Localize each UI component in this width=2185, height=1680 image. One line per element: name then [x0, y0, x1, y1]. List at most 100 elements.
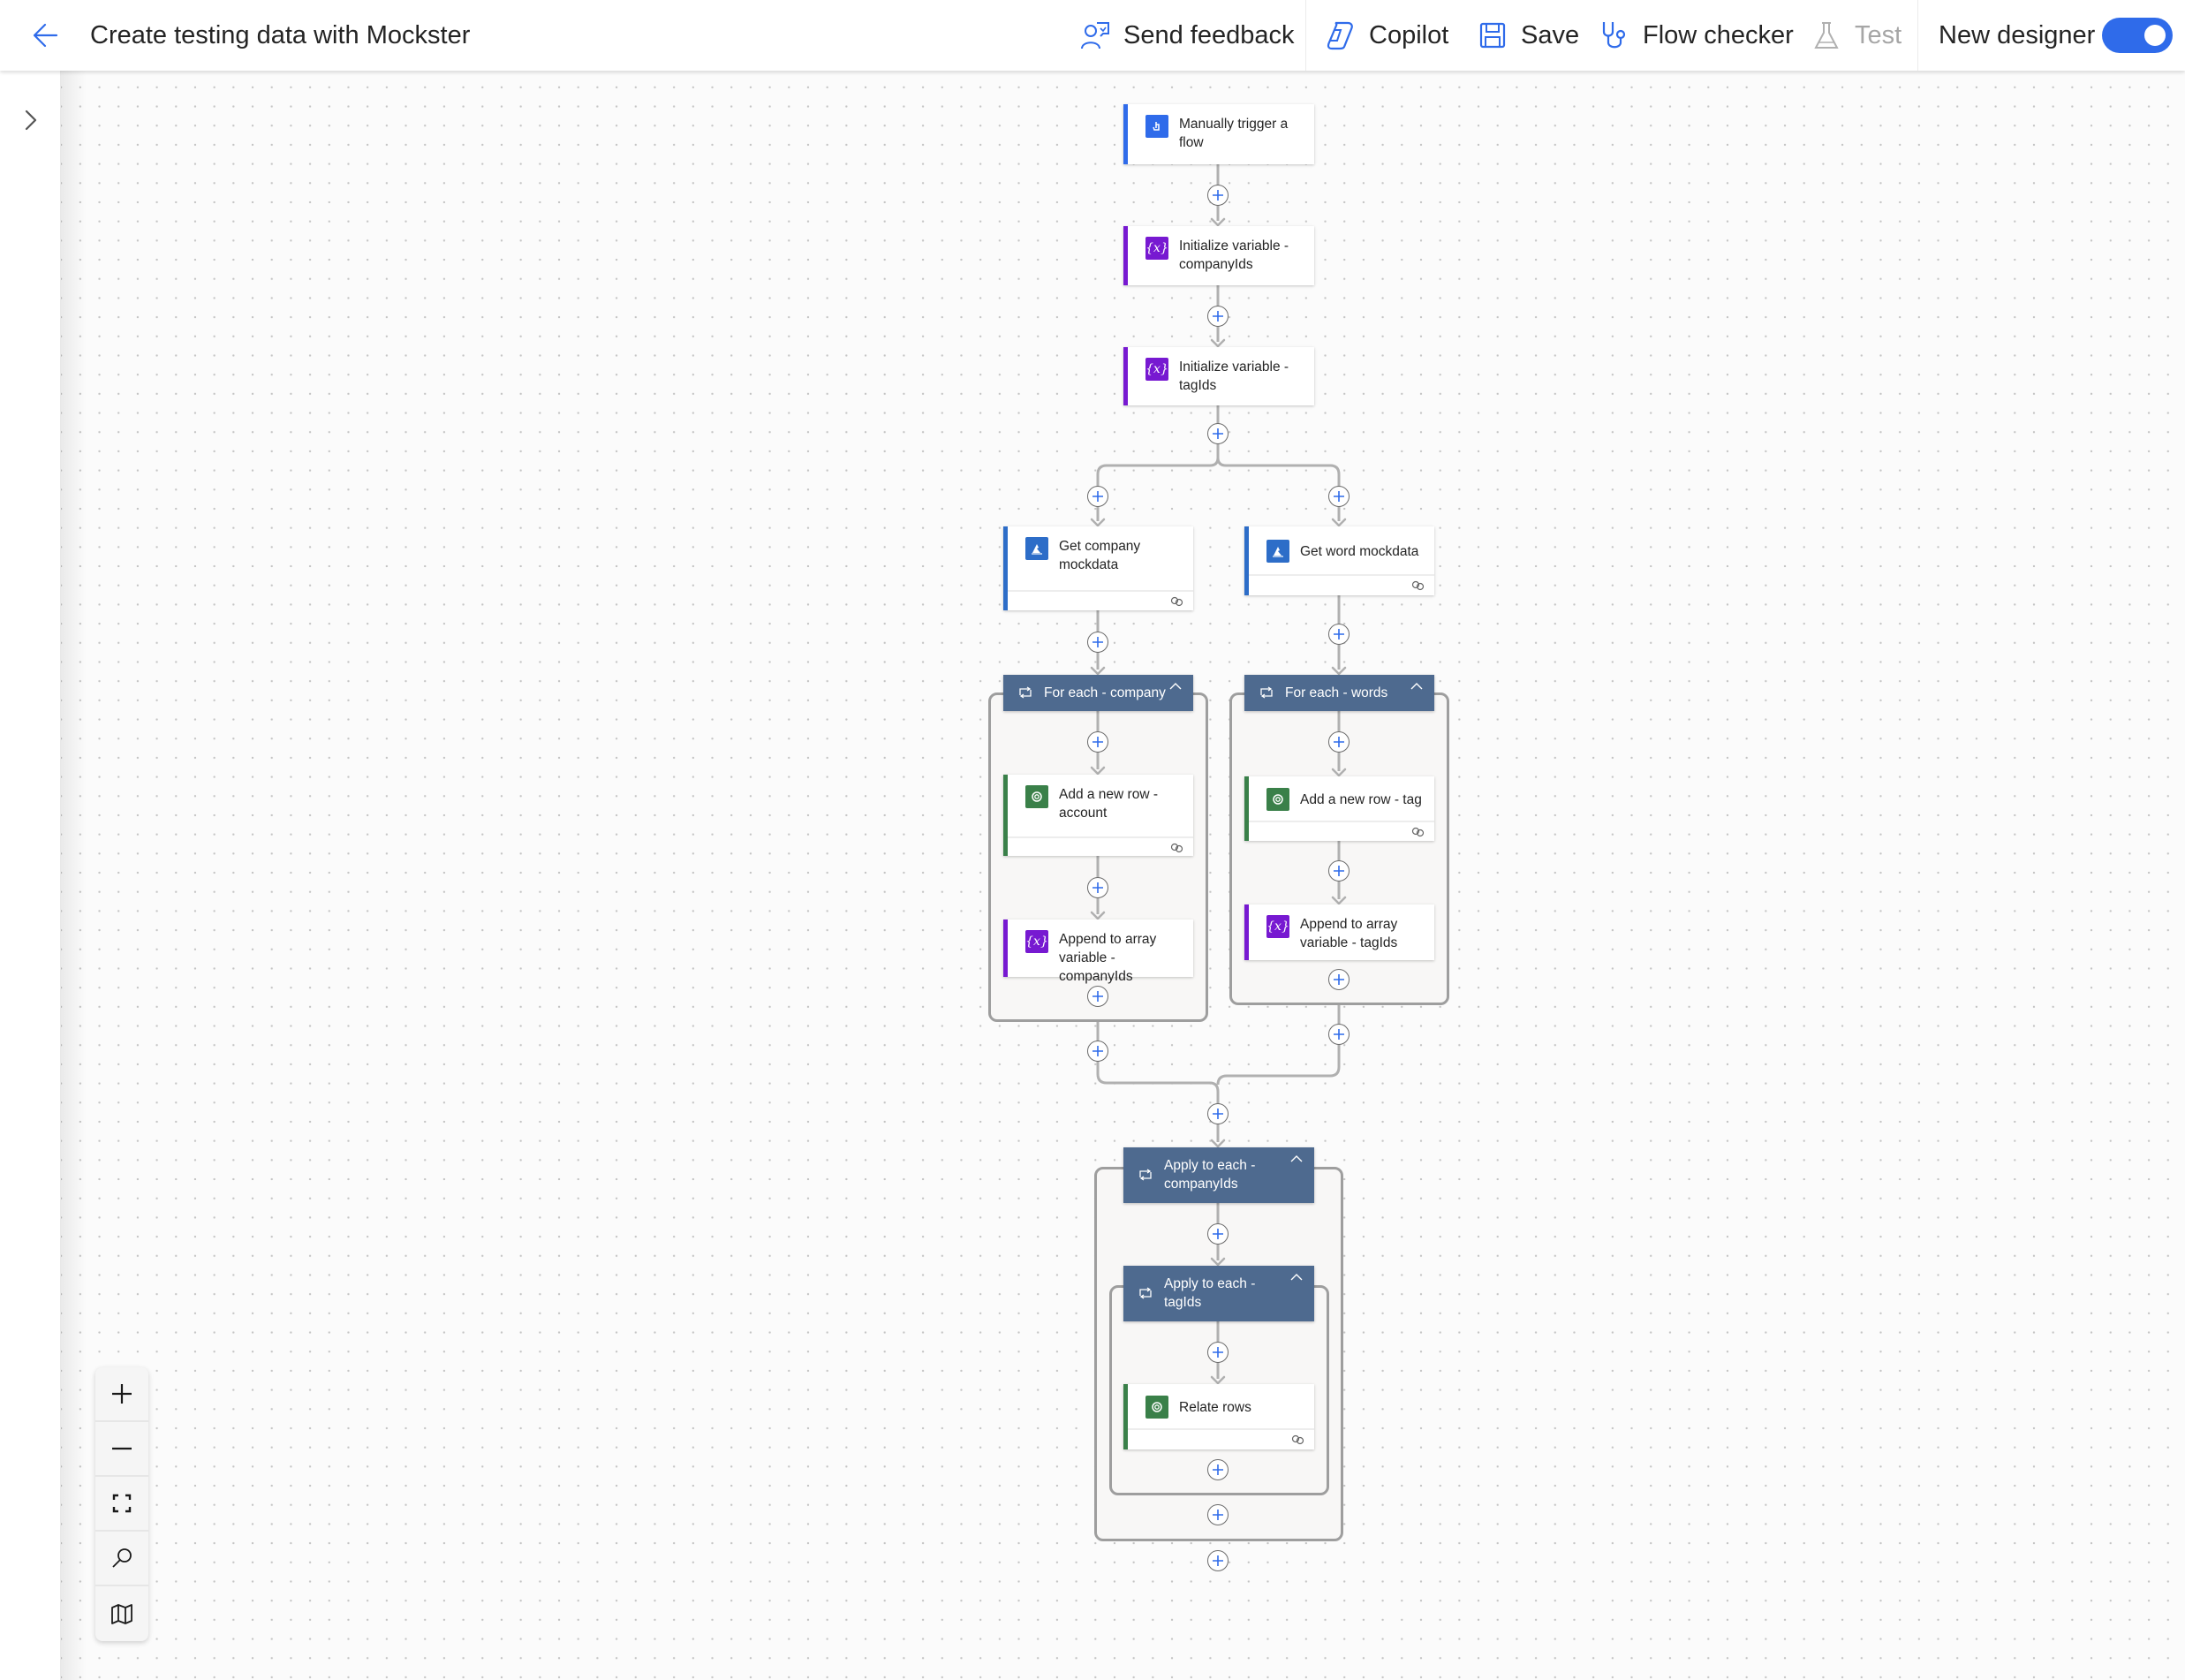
- insert-step-button[interactable]: [1207, 1223, 1229, 1245]
- insert-step-button[interactable]: [1207, 306, 1229, 327]
- insert-step-button[interactable]: [1087, 877, 1108, 898]
- insert-step-button[interactable]: [1207, 1550, 1229, 1571]
- insert-step-button[interactable]: [1328, 486, 1350, 507]
- insert-step-button[interactable]: [1328, 860, 1350, 882]
- add-icon: [1334, 866, 1344, 876]
- insert-step-button[interactable]: [1328, 969, 1350, 990]
- flow-checker-label: Flow checker: [1643, 20, 1794, 49]
- send-feedback-button[interactable]: Send feedback: [1079, 14, 1294, 57]
- flow-checker-button[interactable]: Flow checker: [1599, 14, 1794, 57]
- loop-icon: [1139, 1169, 1152, 1181]
- send-feedback-label: Send feedback: [1123, 20, 1295, 49]
- link-icon: [1291, 1434, 1304, 1445]
- loop-label: Apply to each - tagIds: [1164, 1276, 1256, 1310]
- test-button[interactable]: Test: [1811, 14, 1901, 57]
- map-icon: [111, 1604, 132, 1624]
- insert-step-button[interactable]: [1207, 1342, 1229, 1363]
- variable-icon: {x}: [1145, 358, 1168, 381]
- add-icon: [1092, 737, 1103, 747]
- chevron-up-icon[interactable]: [1168, 682, 1183, 691]
- insert-step-button[interactable]: [1087, 986, 1108, 1007]
- insert-step-button[interactable]: [1328, 731, 1350, 753]
- add-icon: [1213, 1464, 1223, 1475]
- add-icon: [1092, 491, 1103, 502]
- loop-label: Apply to each - companyIds: [1164, 1158, 1256, 1192]
- zoom-in-button[interactable]: [95, 1367, 148, 1422]
- for-each-words-header[interactable]: For each - words: [1244, 675, 1434, 711]
- insert-step-button[interactable]: [1207, 1103, 1229, 1124]
- card-label: Get company mockdata: [1059, 539, 1141, 572]
- new-designer-label-wrap: New designer: [1939, 14, 2095, 57]
- add-icon: [1334, 629, 1344, 639]
- top-bar: Create testing data with Mockster Send f…: [0, 0, 2185, 71]
- canvas-zoom-controls: [95, 1367, 148, 1641]
- card-footer: [1008, 590, 1193, 613]
- card-label: Append to array variable - companyIds: [1059, 932, 1157, 984]
- get-word-mockdata-card[interactable]: Get word mockdata: [1244, 526, 1434, 595]
- chevron-up-icon[interactable]: [1410, 682, 1424, 691]
- card-footer: [1249, 574, 1434, 597]
- new-designer-toggle[interactable]: [2102, 18, 2173, 53]
- card-footer: [1128, 1428, 1314, 1451]
- insert-step-button[interactable]: [1087, 632, 1108, 653]
- init-variable-company-ids-card[interactable]: {x} Initialize variable - companyIds: [1123, 226, 1314, 285]
- relate-rows-card[interactable]: Relate rows: [1123, 1384, 1314, 1449]
- touch-icon: [1145, 115, 1168, 138]
- card-label: Initialize variable - tagIds: [1179, 359, 1289, 393]
- left-panel: [0, 71, 61, 1680]
- for-each-company-header[interactable]: For each - company: [1003, 675, 1193, 711]
- search-icon: [112, 1548, 132, 1568]
- trigger-card-manual[interactable]: Manually trigger a flow: [1123, 104, 1314, 164]
- append-company-ids-card[interactable]: {x} Append to array variable - companyId…: [1003, 919, 1193, 984]
- arrow-left-icon: [33, 23, 58, 48]
- card-label: Add a new row - tag: [1300, 791, 1422, 807]
- back-button[interactable]: [28, 18, 64, 53]
- insert-step-button[interactable]: [1087, 731, 1108, 753]
- loop-icon: [1019, 686, 1032, 699]
- insert-step-button[interactable]: [1207, 423, 1229, 444]
- loop-icon: [1260, 686, 1273, 699]
- flow-title: Create testing data with Mockster: [90, 21, 471, 49]
- dataverse-icon: [1266, 788, 1289, 811]
- link-icon: [1411, 580, 1425, 591]
- chevron-up-icon[interactable]: [1289, 1273, 1304, 1282]
- append-tag-ids-card[interactable]: {x} Append to array variable - tagIds: [1244, 904, 1434, 960]
- insert-step-button[interactable]: [1087, 1041, 1108, 1062]
- add-row-account-card[interactable]: Add a new row - account: [1003, 775, 1193, 856]
- card-footer: [1008, 836, 1193, 859]
- search-button[interactable]: [95, 1532, 148, 1586]
- link-icon: [1411, 827, 1425, 837]
- fit-view-button[interactable]: [95, 1477, 148, 1532]
- card-footer: [1249, 821, 1434, 844]
- save-button[interactable]: Save: [1477, 14, 1579, 57]
- insert-step-button[interactable]: [1328, 624, 1350, 645]
- add-icon: [1213, 1510, 1223, 1520]
- get-company-mockdata-card[interactable]: Get company mockdata: [1003, 526, 1193, 610]
- expand-panel-button[interactable]: [18, 102, 44, 138]
- zoom-out-button[interactable]: [95, 1422, 148, 1477]
- add-row-tag-card[interactable]: Add a new row - tag: [1244, 776, 1434, 841]
- feedback-person-icon: [1081, 22, 1109, 49]
- card-label: Relate rows: [1179, 1399, 1251, 1415]
- init-variable-tag-ids-card[interactable]: {x} Initialize variable - tagIds: [1123, 347, 1314, 405]
- insert-step-button[interactable]: [1207, 1504, 1229, 1525]
- apply-each-company-ids-header[interactable]: Apply to each - companyIds: [1123, 1147, 1314, 1203]
- insert-step-button[interactable]: [1328, 1024, 1350, 1045]
- copilot-button[interactable]: Copilot: [1325, 14, 1448, 57]
- dataverse-icon: [1025, 785, 1048, 808]
- copilot-label: Copilot: [1369, 20, 1449, 49]
- apply-each-tag-ids-header[interactable]: Apply to each - tagIds: [1123, 1266, 1314, 1321]
- save-label: Save: [1521, 20, 1580, 49]
- insert-step-button[interactable]: [1207, 1459, 1229, 1480]
- insert-step-button[interactable]: [1207, 185, 1229, 206]
- add-icon: [1092, 882, 1103, 893]
- add-icon: [1334, 491, 1344, 502]
- variable-icon: {x}: [1266, 915, 1289, 938]
- toggle-knob: [2144, 25, 2166, 46]
- flask-icon: [1814, 22, 1839, 49]
- insert-step-button[interactable]: [1087, 486, 1108, 507]
- add-icon: [1334, 737, 1344, 747]
- chevron-up-icon[interactable]: [1289, 1154, 1304, 1163]
- minimap-button[interactable]: [95, 1586, 148, 1641]
- loop-icon: [1139, 1287, 1152, 1299]
